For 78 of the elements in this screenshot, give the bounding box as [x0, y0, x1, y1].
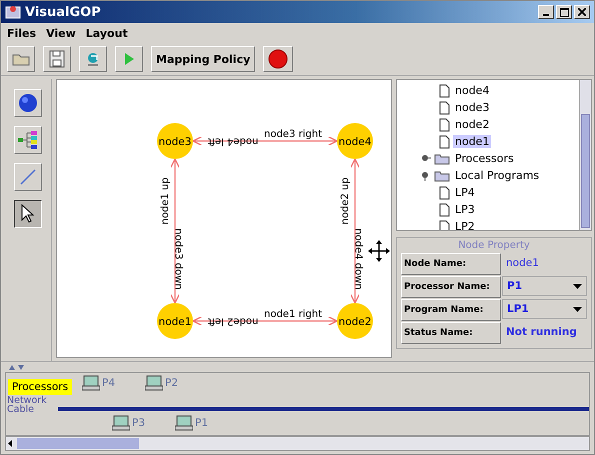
graph-node[interactable]: node3: [157, 123, 193, 159]
tree-item[interactable]: LP3: [453, 203, 477, 216]
tree-item[interactable]: node3: [453, 101, 492, 114]
refresh-icon: [85, 51, 101, 67]
toolbar-button[interactable]: [43, 46, 71, 72]
menu-item[interactable]: Layout: [86, 26, 128, 40]
stop-icon: [268, 49, 288, 69]
line-tool-icon: [18, 167, 38, 187]
edge-label: node1 up: [160, 177, 171, 225]
computer-icon: [82, 375, 100, 391]
tree-item[interactable]: node4: [453, 84, 492, 97]
play-icon: [123, 52, 135, 66]
globe-icon: [18, 93, 38, 113]
dropdown[interactable]: LP1: [502, 299, 587, 319]
tree-item[interactable]: node2: [453, 118, 492, 131]
window-title: VisualGOP: [25, 4, 101, 20]
graph-node[interactable]: node1: [157, 303, 193, 339]
menu-item[interactable]: Files: [7, 26, 36, 40]
computer-icon: [145, 375, 164, 391]
cable-label: Network Cable: [7, 396, 48, 414]
expanded-handle-icon[interactable]: [421, 170, 431, 180]
document-icon: [439, 100, 450, 114]
property-label: Status Name:: [401, 322, 501, 344]
document-icon: [439, 84, 450, 98]
dropdown[interactable]: P1: [502, 276, 587, 296]
panel-title: Processors: [8, 379, 72, 395]
computer-icon: [112, 415, 130, 431]
property-label: Node Name:: [401, 253, 501, 275]
splitter-arrows-icon[interactable]: [9, 364, 25, 370]
horizontal-scrollbar[interactable]: [5, 436, 590, 451]
maximize-icon: [560, 8, 568, 16]
vertical-scrollbar[interactable]: [579, 80, 591, 230]
scroll-arrow-icon[interactable]: [6, 439, 15, 448]
edge-label: node2 left: [208, 316, 258, 327]
document-icon: [439, 118, 450, 132]
app-icon: [5, 4, 21, 20]
toolbar-button[interactable]: [79, 46, 107, 72]
edge-label: node4 left: [208, 136, 258, 147]
tree-item[interactable]: node1: [453, 135, 492, 148]
folder-icon: [434, 170, 450, 182]
close-icon: [578, 8, 586, 16]
panel-title: Node Property: [457, 240, 531, 251]
property-value: Not running: [505, 325, 578, 340]
edge-label: node2 up: [340, 177, 351, 225]
toolbar-button[interactable]: [115, 46, 143, 72]
folder-icon: [12, 52, 30, 66]
minimize-button[interactable]: [538, 5, 554, 19]
menu-item[interactable]: View: [46, 26, 76, 40]
tree-item[interactable]: LP4: [453, 186, 477, 199]
move-cursor-icon: [368, 240, 390, 262]
property-value: node1: [505, 256, 540, 271]
edge-label: node4 down: [352, 228, 364, 290]
maximize-button[interactable]: [556, 5, 572, 19]
tree-item[interactable]: Local Programs: [453, 169, 542, 182]
graph-node[interactable]: node4: [337, 123, 373, 159]
toolbar-button[interactable]: [263, 46, 294, 72]
document-icon: [439, 186, 450, 200]
property-label: Program Name:: [401, 299, 501, 321]
edge-label: node3 right: [264, 129, 322, 140]
tree-item[interactable]: LP2: [453, 220, 477, 230]
toolbar-button[interactable]: [7, 46, 35, 72]
collapsed-handle-icon[interactable]: [421, 154, 431, 164]
hierarchy-icon: [17, 130, 39, 150]
property-label: Processor Name:: [401, 276, 501, 298]
caret-icon: [573, 306, 582, 312]
tool-button[interactable]: [14, 200, 42, 228]
document-icon: [439, 202, 450, 216]
mapping-policy-button[interactable]: Mapping Policy: [151, 46, 256, 72]
graph-node[interactable]: node2: [337, 303, 373, 339]
pointer-icon: [20, 204, 36, 224]
edge-label: node3 down: [172, 228, 184, 290]
folder-icon: [434, 152, 450, 164]
edge-label: node1 right: [264, 309, 322, 320]
tree-item[interactable]: Processors: [453, 152, 516, 165]
document-icon: [439, 134, 450, 148]
close-button[interactable]: [574, 5, 590, 19]
caret-icon: [573, 284, 582, 288]
computer-icon: [175, 415, 194, 431]
